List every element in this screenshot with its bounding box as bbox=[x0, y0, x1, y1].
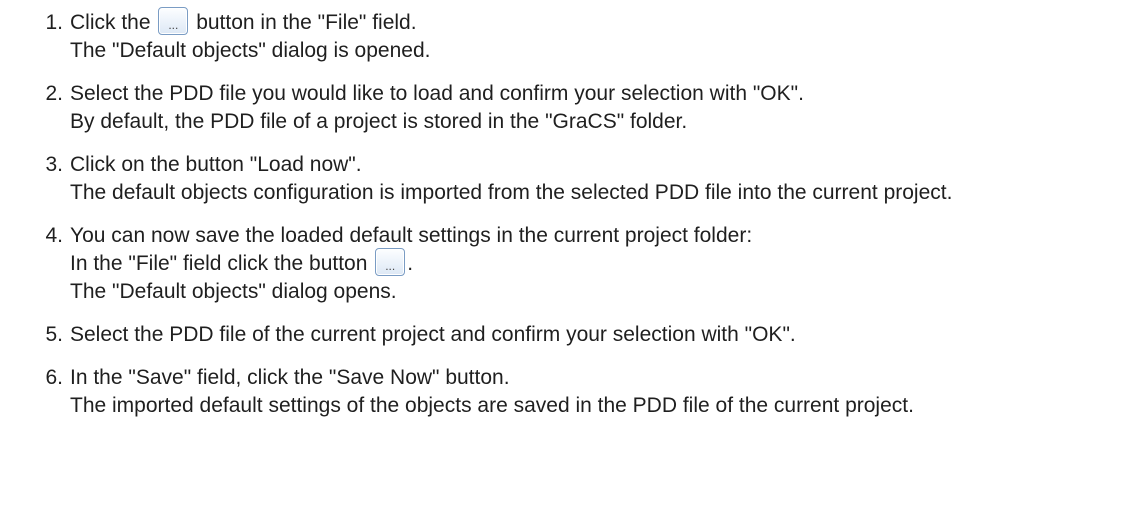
step-number: 4 bbox=[8, 222, 70, 250]
browse-button[interactable]: ... bbox=[158, 7, 189, 36]
step-number: 2 bbox=[8, 80, 70, 108]
step-number: 5 bbox=[8, 321, 70, 349]
step-3: 3 Click on the button "Load now". The de… bbox=[8, 151, 1118, 207]
step-text: Click the bbox=[70, 11, 157, 34]
step-result: The default objects configuration is imp… bbox=[70, 181, 953, 204]
step-number: 3 bbox=[8, 151, 70, 179]
step-body: In the "Save" field, click the "Save Now… bbox=[70, 364, 1118, 420]
step-instruction: You can now save the loaded default sett… bbox=[70, 224, 753, 247]
step-instruction: Select the PDD file of the current proje… bbox=[70, 323, 796, 346]
step-result: The imported default settings of the obj… bbox=[70, 394, 914, 417]
step-body: You can now save the loaded default sett… bbox=[70, 222, 1118, 306]
step-number: 1 bbox=[8, 9, 70, 37]
step-result: The "Default objects" dialog opens. bbox=[70, 280, 397, 303]
step-body: Click the ... button in the "File" field… bbox=[70, 7, 1118, 65]
step-1: 1 Click the ... button in the "File" fie… bbox=[8, 7, 1118, 65]
ellipsis-icon: ... bbox=[168, 18, 179, 33]
step-instruction: In the "File" field click the button ...… bbox=[70, 248, 1118, 278]
step-text: In the "File" field click the button bbox=[70, 252, 374, 275]
step-text: . bbox=[407, 252, 414, 275]
step-instruction: Click on the button "Load now". bbox=[70, 153, 362, 176]
step-body: Select the PDD file you would like to lo… bbox=[70, 80, 1118, 136]
step-instruction: Select the PDD file you would like to lo… bbox=[70, 82, 804, 105]
step-body: Click on the button "Load now". The defa… bbox=[70, 151, 1118, 207]
step-note: By default, the PDD file of a project is… bbox=[70, 110, 688, 133]
step-5: 5 Select the PDD file of the current pro… bbox=[8, 321, 1118, 349]
instruction-steps: 1 Click the ... button in the "File" fie… bbox=[8, 7, 1118, 435]
step-text: button in the "File" field. bbox=[190, 11, 417, 34]
ellipsis-icon: ... bbox=[385, 259, 396, 274]
browse-button[interactable]: ... bbox=[375, 248, 406, 277]
step-instruction: In the "Save" field, click the "Save Now… bbox=[70, 366, 510, 389]
step-instruction: Click the ... button in the "File" field… bbox=[70, 7, 1118, 37]
step-2: 2 Select the PDD file you would like to … bbox=[8, 80, 1118, 136]
step-4: 4 You can now save the loaded default se… bbox=[8, 222, 1118, 306]
step-6: 6 In the "Save" field, click the "Save N… bbox=[8, 364, 1118, 420]
step-result: The "Default objects" dialog is opened. bbox=[70, 39, 431, 62]
step-number: 6 bbox=[8, 364, 70, 392]
step-body: Select the PDD file of the current proje… bbox=[70, 321, 1118, 349]
